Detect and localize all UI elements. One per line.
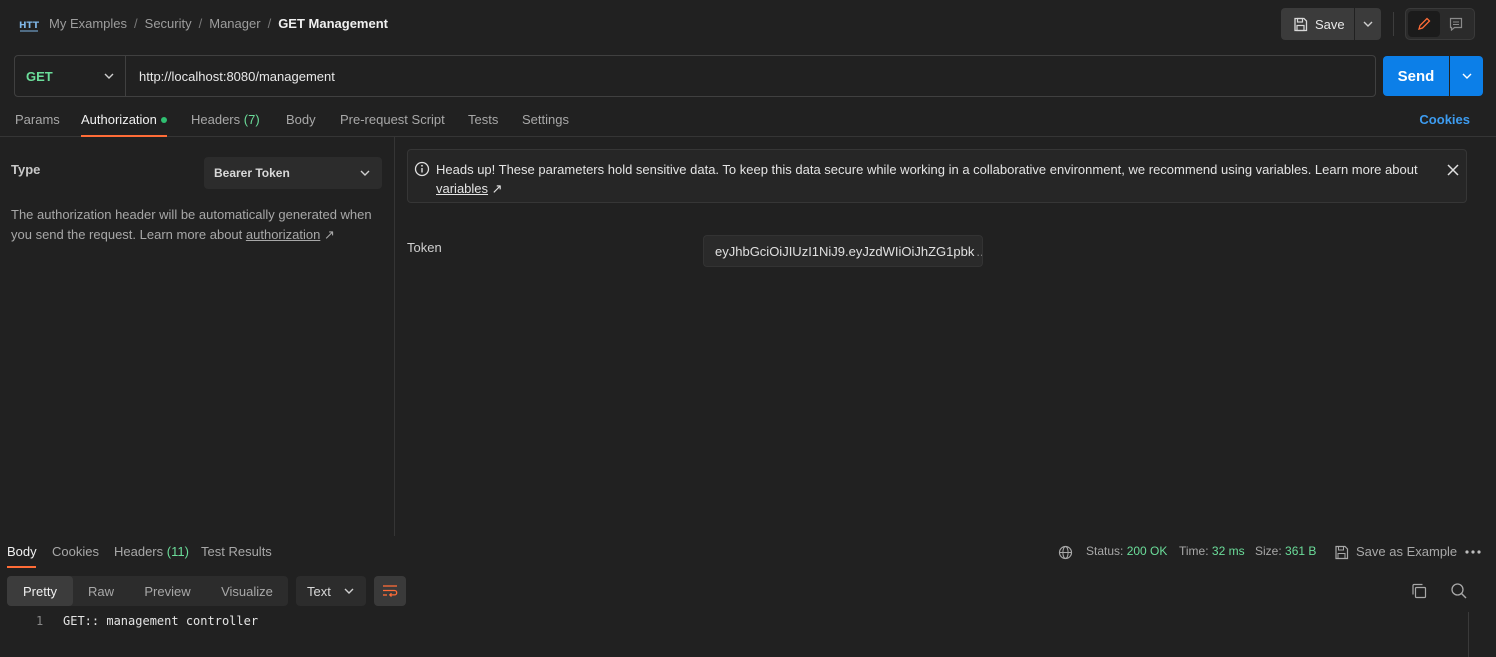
line-content[interactable]: GET:: management controller bbox=[63, 614, 258, 628]
token-value: eyJhbGciOiJIUzI1NiJ9.eyJzdWIiOiJhZG1pbk bbox=[715, 243, 975, 259]
http-request-icon: HTTP bbox=[19, 21, 39, 32]
alert-message: Heads up! These parameters hold sensitiv… bbox=[436, 162, 1418, 196]
send-button[interactable]: Send bbox=[1383, 56, 1449, 96]
format-value: Text bbox=[307, 583, 331, 599]
auth-type-label: Type bbox=[11, 162, 41, 177]
request-title[interactable]: GET Management bbox=[278, 16, 388, 31]
response-time[interactable]: Time: 32 ms bbox=[1179, 544, 1245, 558]
comments-mode-button[interactable] bbox=[1440, 11, 1472, 37]
auth-type-panel: Type Bearer Token The authorization head… bbox=[0, 137, 395, 536]
tab-body[interactable]: Body bbox=[286, 112, 316, 127]
method-value: GET bbox=[26, 68, 53, 84]
response-tab-body[interactable]: Body bbox=[7, 544, 37, 559]
method-select[interactable]: GET bbox=[15, 56, 126, 96]
save-button[interactable]: Save bbox=[1281, 8, 1354, 40]
pencil-icon bbox=[1418, 17, 1431, 30]
response-tab-test-results[interactable]: Test Results bbox=[201, 544, 272, 559]
save-as-example-button[interactable]: Save as Example bbox=[1356, 544, 1457, 559]
chevron-down-icon bbox=[1363, 21, 1373, 27]
token-input[interactable]: eyJhbGciOiJIUzI1NiJ9.eyJzdWIiOiJhZG1pbk.… bbox=[703, 235, 983, 267]
tab-headers[interactable]: Headers (7) bbox=[191, 112, 260, 127]
line-number: 1 bbox=[36, 614, 44, 628]
response-header: Body Cookies Headers (11) Test Results S… bbox=[0, 536, 1496, 569]
send-group: Send bbox=[1383, 56, 1483, 96]
view-visualize[interactable]: Visualize bbox=[206, 576, 288, 606]
breadcrumb-item-manager[interactable]: Manager bbox=[209, 16, 260, 31]
response-body-line: 1 GET:: management controller bbox=[0, 612, 1496, 632]
wrap-lines-button[interactable] bbox=[374, 576, 406, 606]
svg-text:HTTP: HTTP bbox=[19, 21, 39, 31]
view-raw[interactable]: Raw bbox=[73, 576, 129, 606]
edit-mode-button[interactable] bbox=[1408, 11, 1440, 37]
auth-description: The authorization header will be automat… bbox=[11, 207, 372, 242]
save-label: Save bbox=[1315, 16, 1345, 32]
auth-type-select[interactable]: Bearer Token bbox=[204, 157, 382, 189]
variables-link[interactable]: variables bbox=[436, 181, 488, 196]
auth-type-value: Bearer Token bbox=[214, 166, 290, 180]
chevron-down-icon bbox=[1462, 73, 1471, 79]
tab-pre-request-script[interactable]: Pre-request Script bbox=[340, 112, 445, 127]
chevron-down-icon bbox=[344, 588, 354, 594]
more-options-icon[interactable] bbox=[1465, 550, 1481, 554]
chevron-down-icon bbox=[104, 73, 114, 79]
tab-authorization[interactable]: Authorization bbox=[81, 112, 167, 127]
token-label: Token bbox=[407, 240, 442, 255]
tab-tests[interactable]: Tests bbox=[468, 112, 498, 127]
response-tab-headers[interactable]: Headers (11) bbox=[114, 544, 189, 559]
wrap-lines-icon bbox=[383, 585, 398, 597]
copy-icon[interactable] bbox=[1410, 582, 1428, 600]
divider bbox=[1393, 12, 1394, 36]
send-options-button[interactable] bbox=[1450, 56, 1483, 96]
sensitive-data-alert: Heads up! These parameters hold sensitiv… bbox=[407, 149, 1467, 203]
close-icon[interactable] bbox=[1446, 163, 1460, 177]
top-bar: HTTP My Examples / Security / Manager / … bbox=[0, 0, 1496, 48]
active-response-tab-indicator bbox=[7, 566, 36, 568]
request-tabs: Params Authorization Headers (7) Body Pr… bbox=[0, 104, 1496, 137]
view-pretty[interactable]: Pretty bbox=[7, 576, 73, 606]
globe-icon[interactable] bbox=[1058, 545, 1073, 560]
view-mode-group: Pretty Raw Preview Visualize bbox=[7, 576, 288, 606]
modified-dot bbox=[160, 116, 167, 123]
info-icon bbox=[414, 161, 430, 177]
mode-toggle bbox=[1405, 8, 1475, 40]
authorization-link[interactable]: authorization bbox=[246, 227, 320, 242]
search-icon[interactable] bbox=[1450, 582, 1468, 600]
response-status[interactable]: Status: 200 OK bbox=[1086, 544, 1167, 558]
breadcrumb-item-security[interactable]: Security bbox=[145, 16, 192, 31]
tab-params[interactable]: Params bbox=[15, 112, 60, 127]
comment-icon bbox=[1449, 17, 1463, 31]
view-preview[interactable]: Preview bbox=[129, 576, 206, 606]
format-select[interactable]: Text bbox=[296, 576, 366, 606]
tab-settings[interactable]: Settings bbox=[522, 112, 569, 127]
auth-details-panel: Heads up! These parameters hold sensitiv… bbox=[396, 137, 1496, 536]
response-tab-cookies[interactable]: Cookies bbox=[52, 544, 99, 559]
save-group: Save bbox=[1281, 8, 1381, 40]
cookies-link[interactable]: Cookies bbox=[1419, 112, 1470, 127]
editor-scrollbar[interactable] bbox=[1468, 612, 1469, 657]
chevron-down-icon bbox=[360, 170, 370, 176]
save-icon bbox=[1294, 17, 1308, 31]
url-bar: GET http://localhost:8080/management bbox=[14, 55, 1376, 97]
breadcrumb-item-my-examples[interactable]: My Examples bbox=[49, 16, 127, 31]
breadcrumb: My Examples / Security / Manager / GET M… bbox=[49, 16, 388, 31]
save-icon bbox=[1335, 545, 1349, 560]
save-options-button[interactable] bbox=[1355, 8, 1381, 40]
response-size[interactable]: Size: 361 B bbox=[1255, 544, 1316, 558]
url-input[interactable]: http://localhost:8080/management bbox=[126, 69, 335, 84]
